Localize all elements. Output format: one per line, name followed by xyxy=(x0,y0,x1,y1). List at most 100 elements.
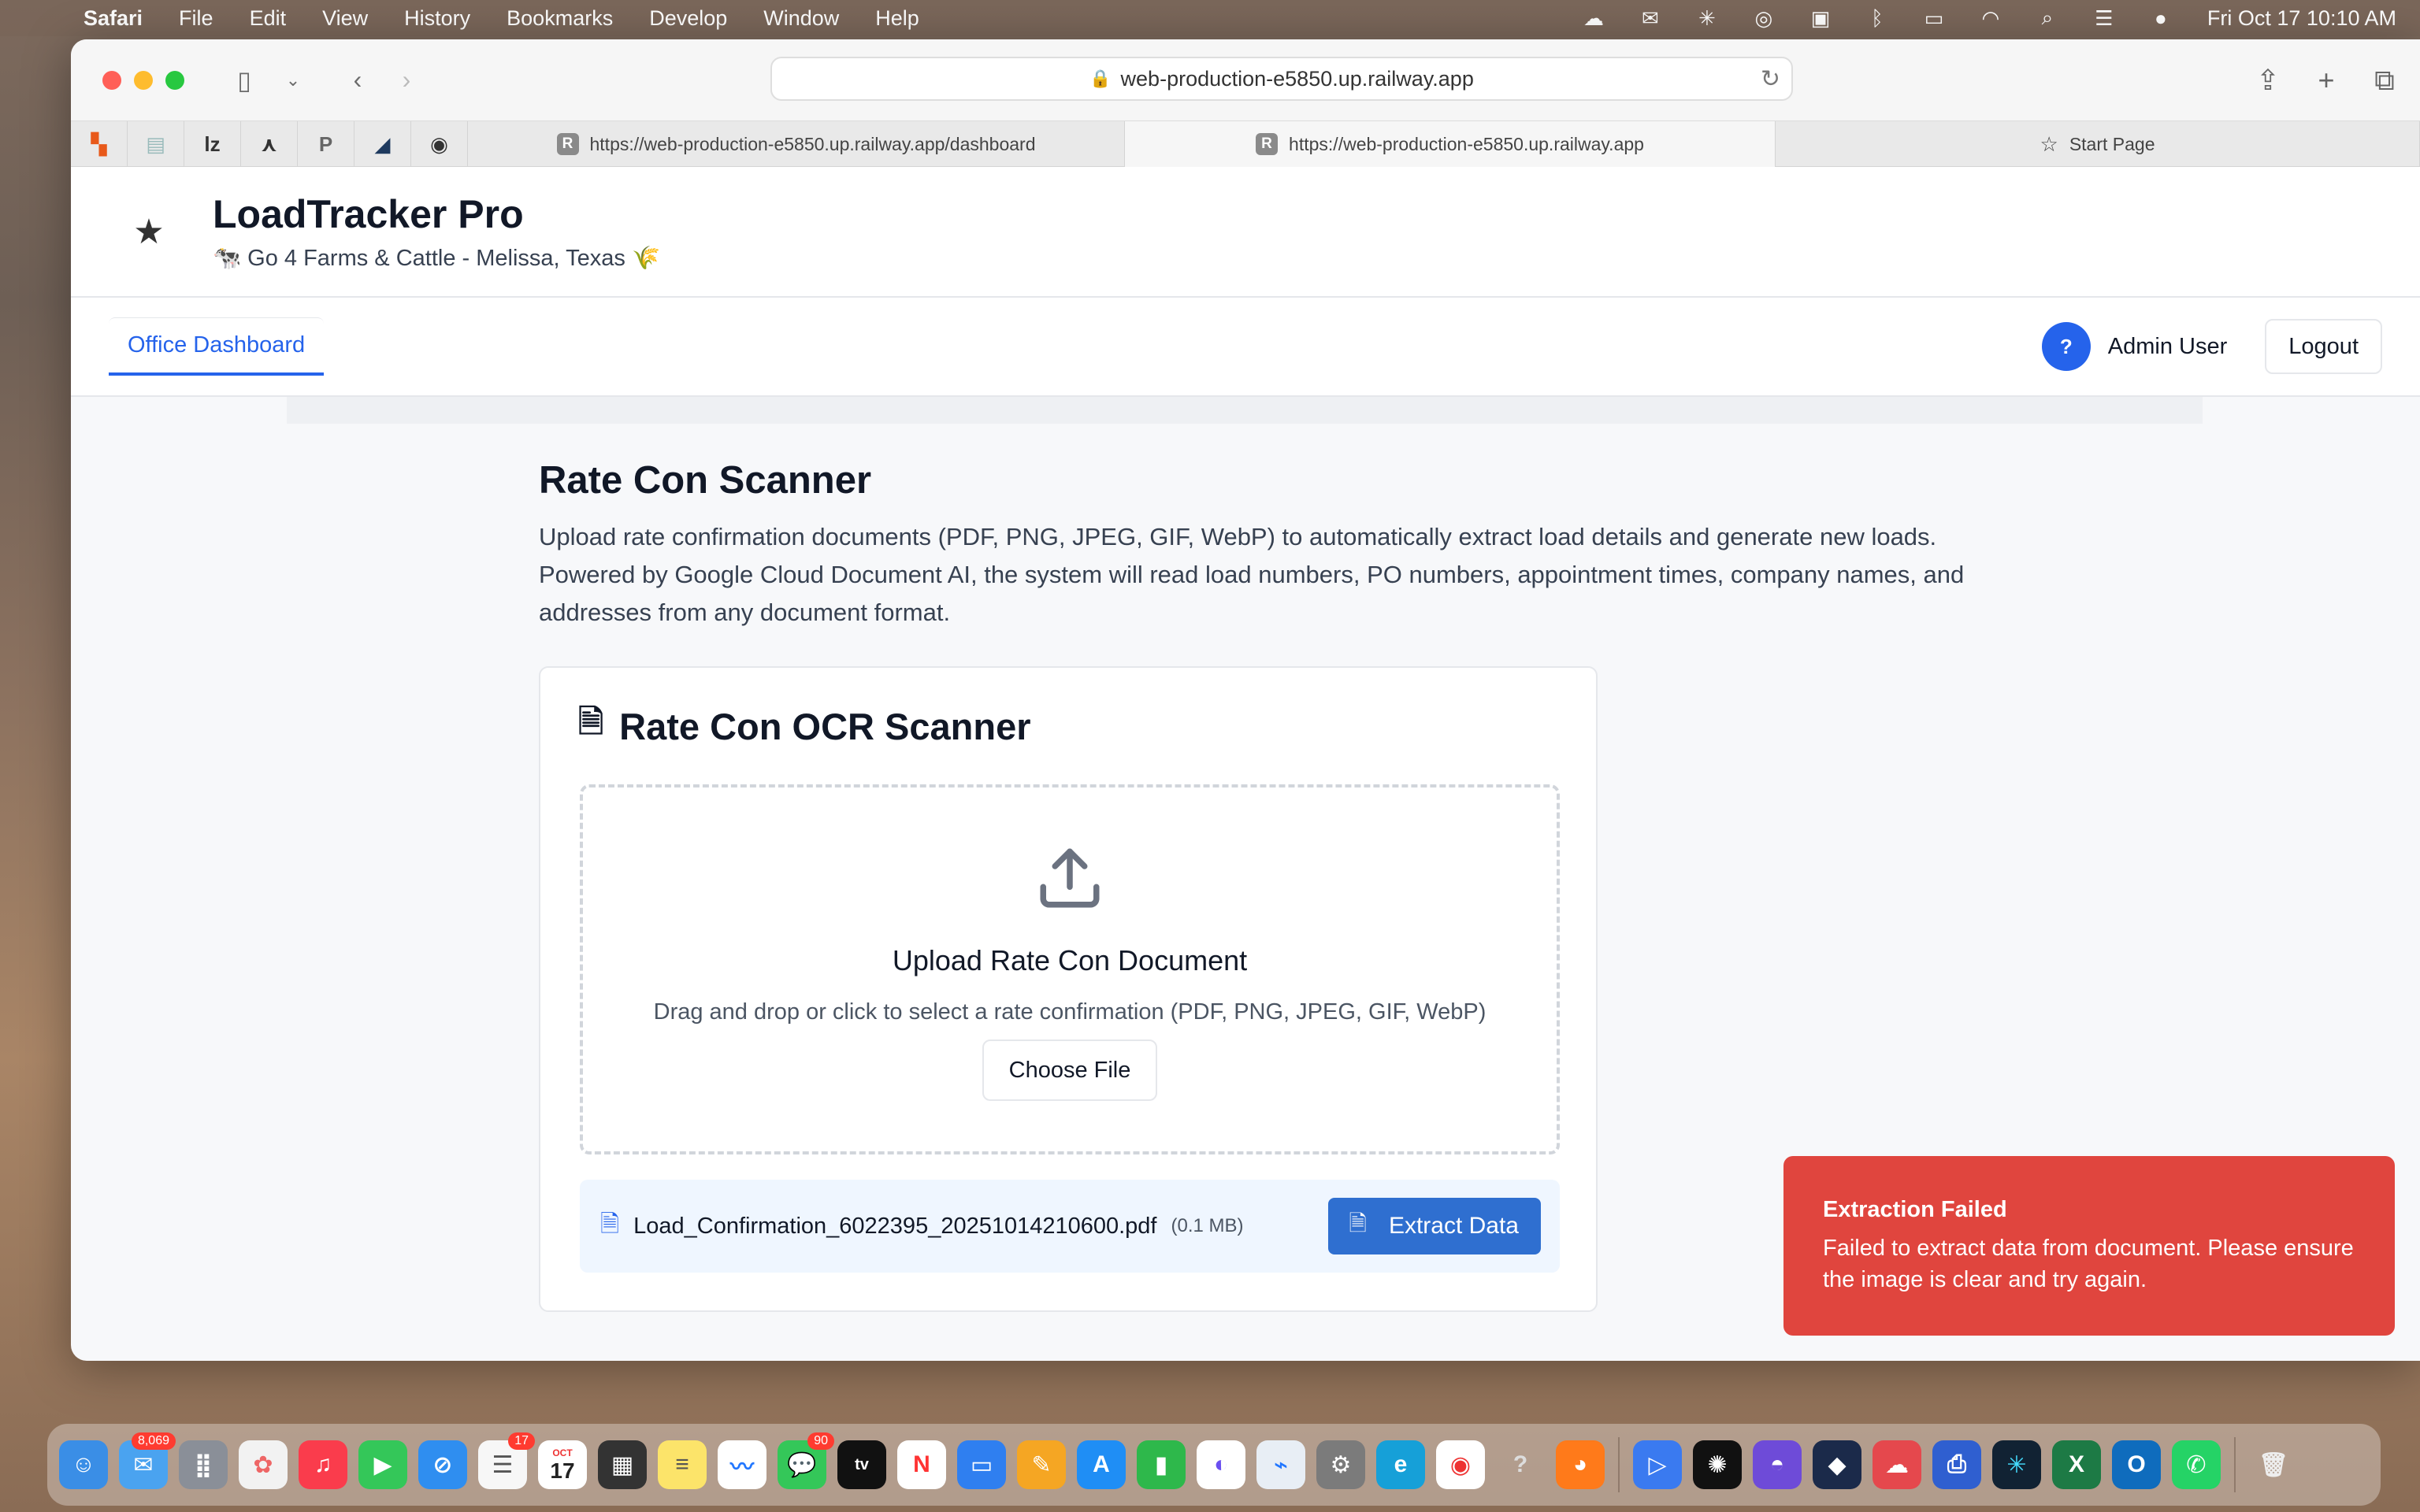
user-area: ? Admin User Logout xyxy=(2041,319,2382,374)
menu-bar: Safari File Edit View History Bookmarks … xyxy=(0,0,2420,36)
firefox-icon[interactable]: ◕ xyxy=(1556,1440,1605,1489)
numbers-icon[interactable]: ▮ xyxy=(1137,1440,1186,1489)
close-window-button[interactable] xyxy=(102,70,121,90)
error-toast[interactable]: Extraction Failed Failed to extract data… xyxy=(1783,1156,2395,1336)
app-store-icon[interactable]: A xyxy=(1077,1440,1126,1489)
excel-icon[interactable]: X xyxy=(2052,1440,2101,1489)
calendar-day: 17 xyxy=(550,1458,575,1483)
search-icon[interactable]: ⌕ xyxy=(2036,6,2059,30)
siri-icon[interactable]: ● xyxy=(2149,6,2173,30)
help-icon[interactable]: ? xyxy=(1496,1440,1545,1489)
menu-app-name[interactable]: Safari xyxy=(84,6,143,31)
battery-icon[interactable]: ▭ xyxy=(1922,6,1946,30)
menu-develop[interactable]: Develop xyxy=(649,6,727,31)
pages-icon[interactable]: ✎ xyxy=(1017,1440,1066,1489)
pinned-tab-p[interactable]: P xyxy=(298,121,354,167)
chrome-icon[interactable]: ◉ xyxy=(1436,1440,1485,1489)
freeform-icon[interactable]: 〰 xyxy=(718,1440,766,1489)
creative-cloud-icon[interactable]: ☁ xyxy=(1582,6,1605,30)
pinned-tab-flag[interactable]: ◢ xyxy=(354,121,411,167)
avatar[interactable]: ? xyxy=(2041,322,2091,371)
perplexity-icon[interactable]: ✳ xyxy=(1992,1440,2041,1489)
launchpad-icon[interactable]: ⣿ xyxy=(179,1440,228,1489)
sidebar-toggle-icon[interactable]: ▯ xyxy=(228,65,260,95)
chatgpt-dock-icon[interactable]: ✺ xyxy=(1693,1440,1742,1489)
bluetooth-icon[interactable]: ᛒ xyxy=(1865,6,1889,30)
maximize-window-button[interactable] xyxy=(165,70,184,90)
address-bar[interactable]: 🔒 web-production-e5850.up.railway.app ↻ xyxy=(770,57,1793,101)
direct-icon[interactable]: ▷ xyxy=(1633,1440,1682,1489)
back-icon[interactable]: ‹ xyxy=(342,65,373,94)
address-text: web-production-e5850.up.railway.app xyxy=(1120,66,1474,91)
upload-dropzone[interactable]: Upload Rate Con Document Drag and drop o… xyxy=(580,784,1560,1154)
control-center-icon[interactable]: ☰ xyxy=(2092,6,2116,30)
outlook-dock-icon[interactable]: O xyxy=(2112,1440,2161,1489)
tab-office-dashboard[interactable]: Office Dashboard xyxy=(109,317,325,376)
chevron-down-icon[interactable]: ⌄ xyxy=(277,70,309,91)
notes-icon[interactable]: ≡ xyxy=(658,1440,707,1489)
tab-dashboard[interactable]: R https://web-production-e5850.up.railwa… xyxy=(468,121,1125,167)
safari-icon[interactable]: ⊘ xyxy=(418,1440,467,1489)
photos-icon[interactable]: ✿ xyxy=(239,1440,288,1489)
tab-overview-icon[interactable]: ⧉ xyxy=(2365,64,2404,98)
pinned-tab-1[interactable]: ▚ xyxy=(71,121,128,167)
calendar-icon[interactable]: OCT 17 xyxy=(538,1440,587,1489)
share-icon[interactable]: ⇪ xyxy=(2248,64,2288,97)
wifi-icon[interactable]: ◠ xyxy=(1979,6,2002,30)
window-controls xyxy=(102,70,197,90)
menu-help[interactable]: Help xyxy=(875,6,919,31)
pinned-tab-a[interactable]: ⋏ xyxy=(241,121,298,167)
trash-icon[interactable]: 🗑 xyxy=(2249,1440,2298,1489)
system-settings-icon[interactable]: ⚙ xyxy=(1316,1440,1365,1489)
news-icon[interactable]: N xyxy=(897,1440,946,1489)
calculator-icon[interactable]: ▦ xyxy=(598,1440,647,1489)
menu-edit[interactable]: Edit xyxy=(250,6,287,31)
menu-history[interactable]: History xyxy=(404,6,470,31)
pinned-tab-lz[interactable]: lz xyxy=(184,121,241,167)
farm-logo: ★ xyxy=(133,212,165,251)
notification-icon[interactable]: ▣ xyxy=(1809,6,1832,30)
github-icon[interactable]: ◓ xyxy=(1753,1440,1802,1489)
music-icon[interactable]: ♫ xyxy=(299,1440,347,1489)
lock-icon: 🔒 xyxy=(1089,69,1112,88)
pinned-tab-2[interactable]: ▤ xyxy=(128,121,184,167)
menu-clock[interactable]: Fri Oct 17 10:10 AM xyxy=(2207,6,2396,31)
dock: ☺ ✉ 8,069 ⣿ ✿ ♫ ▶ ⊘ ☰ 17 OCT 17 ▦ ≡ 〰 💬 90 … xyxy=(47,1424,2381,1506)
upload-title: Upload Rate Con Document xyxy=(892,944,1248,976)
menu-view[interactable]: View xyxy=(322,6,368,31)
tab-start-page[interactable]: ☆ Start Page xyxy=(1776,121,2420,167)
app-header: ★ LoadTracker Pro 🐄 Go 4 Farms & Cattle … xyxy=(71,167,2420,298)
tab-favicon: R xyxy=(1256,133,1279,155)
whatsapp-icon[interactable]: ✆ xyxy=(2172,1440,2221,1489)
scanner-card: 🗎 Rate Con OCR Scanner Upload Rate Con D… xyxy=(539,666,1598,1312)
apple-tv-icon[interactable]: tv xyxy=(837,1440,886,1489)
logout-button[interactable]: Logout xyxy=(2265,319,2382,374)
gear-icon[interactable]: ✳ xyxy=(1695,6,1719,30)
menu-bookmarks[interactable]: Bookmarks xyxy=(507,6,613,31)
printer-icon[interactable]: ⎙ xyxy=(1932,1440,1981,1489)
tab-current[interactable]: R https://web-production-e5850.up.railwa… xyxy=(1125,121,1776,167)
minimize-window-button[interactable] xyxy=(134,70,153,90)
dock-separator xyxy=(2234,1437,2236,1492)
outlook-icon[interactable]: ✉ xyxy=(1639,6,1662,30)
menu-window[interactable]: Window xyxy=(763,6,839,31)
forward-icon[interactable]: › xyxy=(391,65,422,94)
reload-icon[interactable]: ↻ xyxy=(1761,65,1780,93)
messages-icon[interactable]: 💬 90 xyxy=(778,1432,834,1489)
reminders-icon[interactable]: ☰ 17 xyxy=(478,1432,535,1489)
preview-icon[interactable]: ⌁ xyxy=(1256,1440,1305,1489)
extract-data-button[interactable]: 🗎 Extract Data xyxy=(1328,1198,1541,1254)
menu-file[interactable]: File xyxy=(179,6,213,31)
cloud-upload-icon[interactable]: ☁ xyxy=(1873,1440,1921,1489)
pinned-tab-circle[interactable]: ◉ xyxy=(411,121,468,167)
finder-icon[interactable]: ☺ xyxy=(59,1440,108,1489)
facetime-icon[interactable]: ▶ xyxy=(358,1440,407,1489)
new-tab-icon[interactable]: + xyxy=(2307,64,2346,97)
mail-icon[interactable]: ✉ 8,069 xyxy=(119,1432,176,1489)
edge-icon[interactable]: e xyxy=(1376,1440,1425,1489)
chatgpt-icon[interactable]: ◎ xyxy=(1752,6,1776,30)
copilot-icon[interactable]: ◐ xyxy=(1197,1440,1245,1489)
vpn-icon[interactable]: ◆ xyxy=(1813,1440,1861,1489)
choose-file-button[interactable]: Choose File xyxy=(982,1040,1158,1101)
keynote-icon[interactable]: ▭ xyxy=(957,1440,1006,1489)
